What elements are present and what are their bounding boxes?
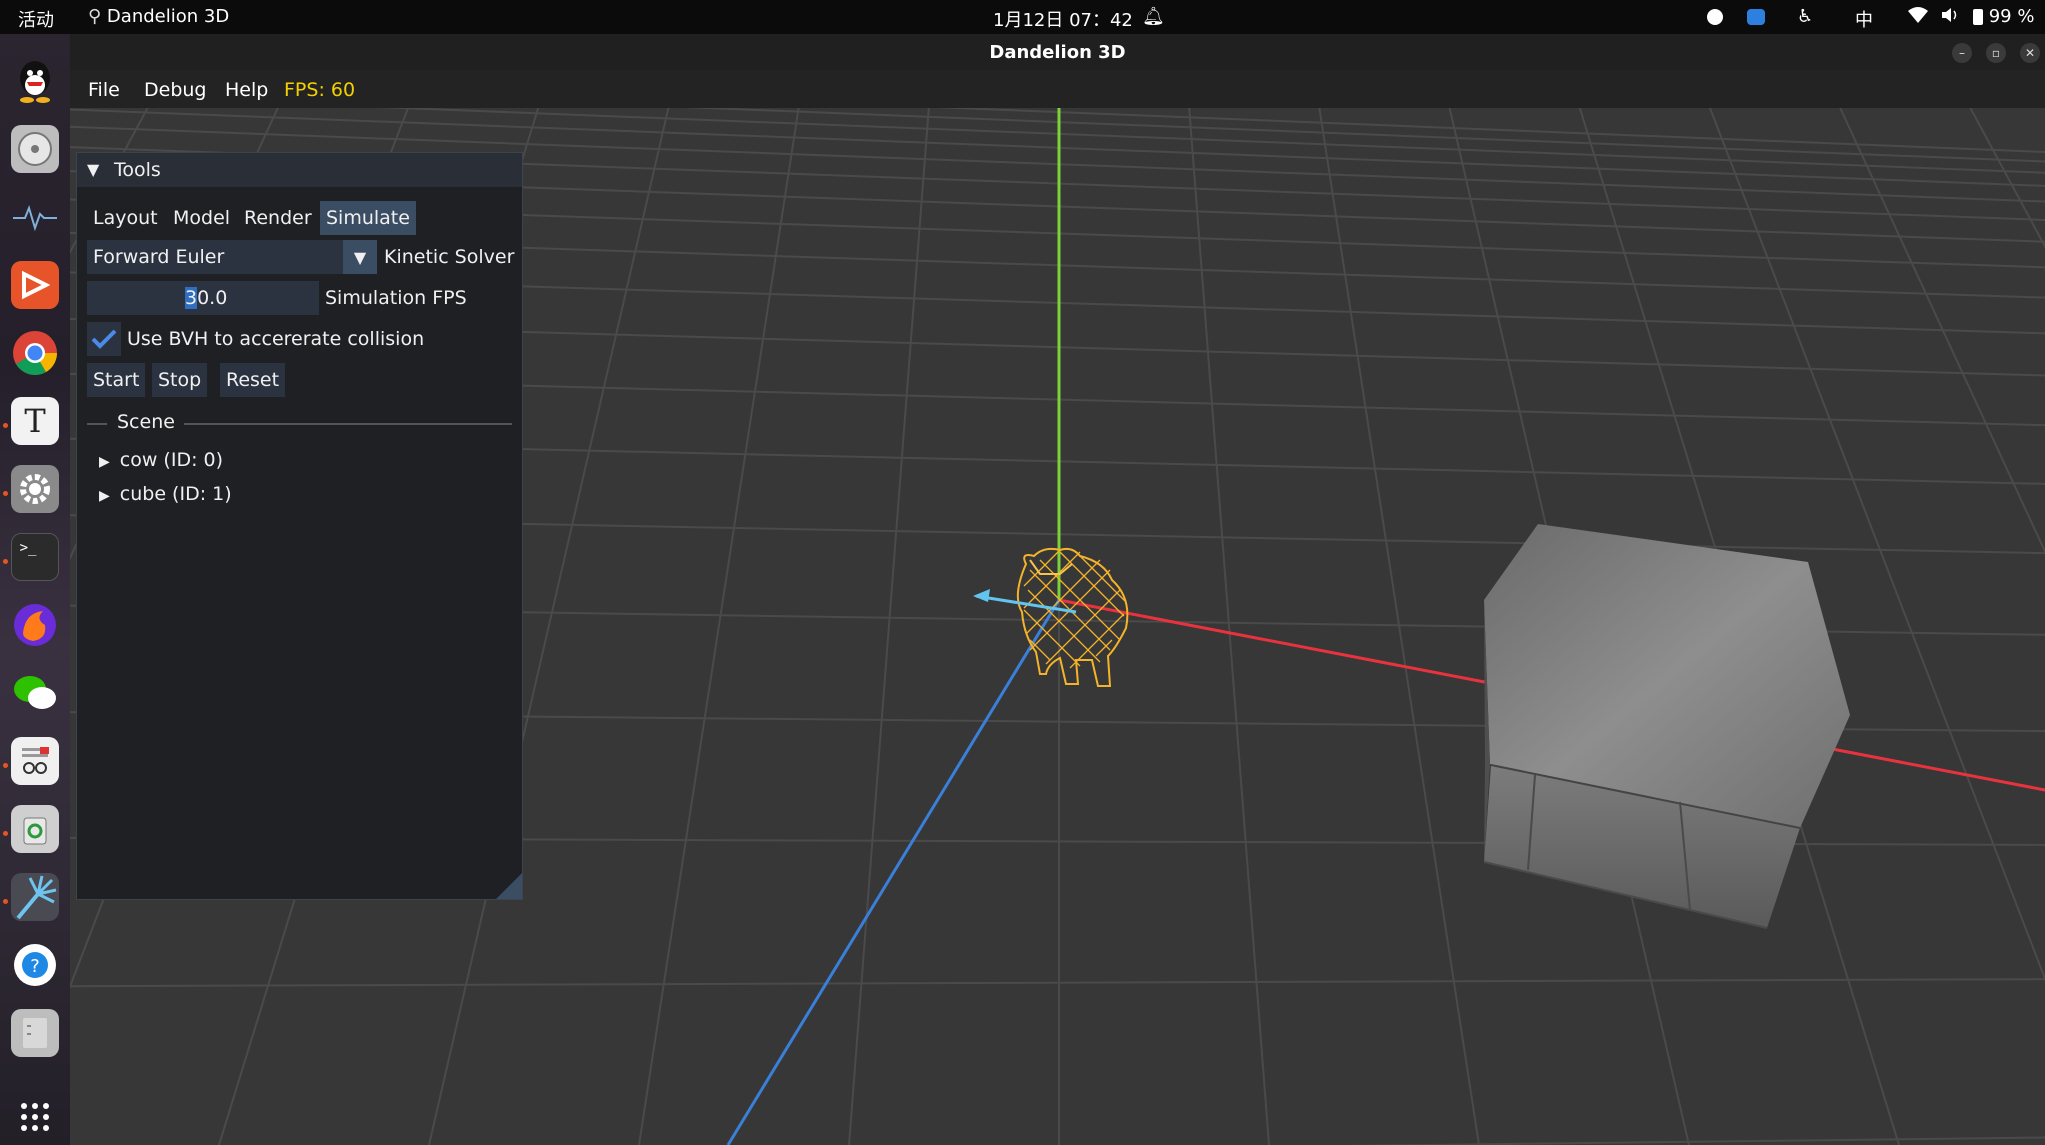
- menu-debug[interactable]: Debug: [144, 79, 206, 101]
- activities-button[interactable]: 活动: [18, 6, 54, 32]
- system-top-bar: 活动 ⚲ Dandelion 3D 1月12日 07：42 🔔︎ ♿︎ 中 99…: [0, 0, 2045, 34]
- disk-utility-icon[interactable]: [11, 125, 59, 173]
- kinetic-solver-value: Forward Euler: [93, 246, 225, 268]
- menu-help[interactable]: Help: [225, 79, 268, 101]
- fps-indicator: FPS: 60: [284, 79, 356, 101]
- scene-header: Scene: [117, 411, 175, 433]
- tab-layout[interactable]: Layout: [87, 201, 164, 235]
- battery-icon: [1973, 9, 1983, 25]
- menu-bar: File Debug Help FPS: 60: [70, 70, 2045, 108]
- tools-panel-header[interactable]: ▼ Tools: [77, 153, 522, 187]
- svg-text:?: ?: [30, 956, 40, 977]
- bvh-checkbox[interactable]: [87, 322, 121, 356]
- wifi-icon: [1908, 6, 1928, 29]
- stop-button[interactable]: Stop: [152, 363, 208, 397]
- restore-icon: ▫: [1991, 46, 2001, 60]
- scene-item-cow[interactable]: ▶ cow (ID: 0): [99, 449, 223, 471]
- dandelion-icon[interactable]: [11, 873, 59, 921]
- app-menu-label: Dandelion 3D: [106, 6, 230, 27]
- checkmark-icon: [91, 329, 117, 349]
- running-indicator: [3, 559, 8, 564]
- running-indicator: [3, 899, 8, 904]
- battery-label: 99 %: [1988, 6, 2035, 27]
- dandelion-app-icon: ⚲: [88, 6, 102, 27]
- scene-item-cube[interactable]: ▶ cube (ID: 1): [99, 483, 232, 505]
- trash-icon[interactable]: [11, 805, 59, 853]
- accessibility-icon[interactable]: ♿︎: [1797, 6, 1813, 27]
- separator-line: [184, 423, 512, 425]
- file-manager-icon[interactable]: [11, 1009, 59, 1057]
- qq-icon[interactable]: [11, 57, 59, 105]
- dropdown-arrow-icon[interactable]: ▼: [343, 240, 377, 274]
- tab-model[interactable]: Model: [167, 201, 236, 235]
- chrome-icon[interactable]: [11, 329, 59, 377]
- running-indicator: [3, 423, 8, 428]
- simulation-fps-value-rest: 0.0: [197, 287, 228, 309]
- scene-item-label: cow (ID: 0): [119, 449, 224, 471]
- tools-panel-title: Tools: [114, 159, 161, 181]
- text-editor-icon[interactable]: T: [11, 397, 59, 445]
- running-indicator: [3, 491, 8, 496]
- help-icon[interactable]: ?: [11, 941, 59, 989]
- simulation-fps-label: Simulation FPS: [325, 287, 467, 309]
- running-indicator: [3, 763, 8, 768]
- tools-panel[interactable]: ▼ Tools Layout Model Render Simulate For…: [76, 152, 523, 900]
- expand-arrow-icon[interactable]: ▶: [99, 488, 110, 504]
- collapse-triangle-icon[interactable]: ▼: [87, 160, 99, 179]
- start-button[interactable]: Start: [87, 363, 146, 397]
- scene-item-label: cube (ID: 1): [119, 483, 232, 505]
- bvh-label: Use BVH to accererate collision: [127, 328, 425, 350]
- window-title-bar[interactable]: Dandelion 3D – ▫ ✕: [70, 34, 2045, 70]
- tab-render[interactable]: Render: [238, 201, 318, 235]
- simulation-fps-input[interactable]: 30.0: [87, 281, 319, 315]
- volume-icon: [1940, 6, 1960, 29]
- presentation-app-icon[interactable]: [11, 261, 59, 309]
- kinetic-solver-select[interactable]: Forward Euler ▼: [87, 240, 377, 274]
- running-indicator: [3, 831, 8, 836]
- tray-app-icon[interactable]: [1707, 9, 1723, 25]
- separator-line: [87, 423, 107, 425]
- text-selection: 3: [185, 287, 198, 309]
- simulation-fps-value-wrap: 30.0: [185, 287, 227, 309]
- kinetic-solver-label: Kinetic Solver: [384, 246, 515, 268]
- minimize-button[interactable]: –: [1952, 43, 1972, 63]
- settings-icon[interactable]: [11, 465, 59, 513]
- app-menu[interactable]: ⚲ Dandelion 3D: [88, 6, 229, 27]
- close-button[interactable]: ✕: [2020, 43, 2040, 63]
- wechat-icon[interactable]: [11, 669, 59, 717]
- show-apps-icon[interactable]: [11, 1093, 59, 1141]
- tray-app-icon-2[interactable]: [1747, 9, 1765, 25]
- resize-grip-icon[interactable]: [496, 873, 522, 899]
- clock[interactable]: 1月12日 07：42: [993, 6, 1133, 32]
- menu-file[interactable]: File: [88, 79, 120, 101]
- dock: T >_ ?: [0, 34, 70, 1145]
- minimize-icon: –: [1959, 46, 1965, 60]
- notification-bell-icon: 🔔︎: [1142, 6, 1165, 27]
- window-title: Dandelion 3D: [989, 42, 1126, 63]
- restore-button[interactable]: ▫: [1986, 43, 2006, 63]
- close-icon: ✕: [2024, 46, 2036, 60]
- reset-button[interactable]: Reset: [220, 363, 286, 397]
- input-method[interactable]: 中: [1855, 6, 1873, 32]
- system-monitor-icon[interactable]: [11, 193, 59, 241]
- battery-indicator[interactable]: 99 %: [1973, 6, 2034, 27]
- document-viewer-icon[interactable]: [11, 737, 59, 785]
- tab-simulate[interactable]: Simulate: [320, 201, 416, 235]
- expand-arrow-icon[interactable]: ▶: [99, 454, 110, 470]
- terminal-icon[interactable]: >_: [11, 533, 59, 581]
- firefox-dev-icon[interactable]: [11, 601, 59, 649]
